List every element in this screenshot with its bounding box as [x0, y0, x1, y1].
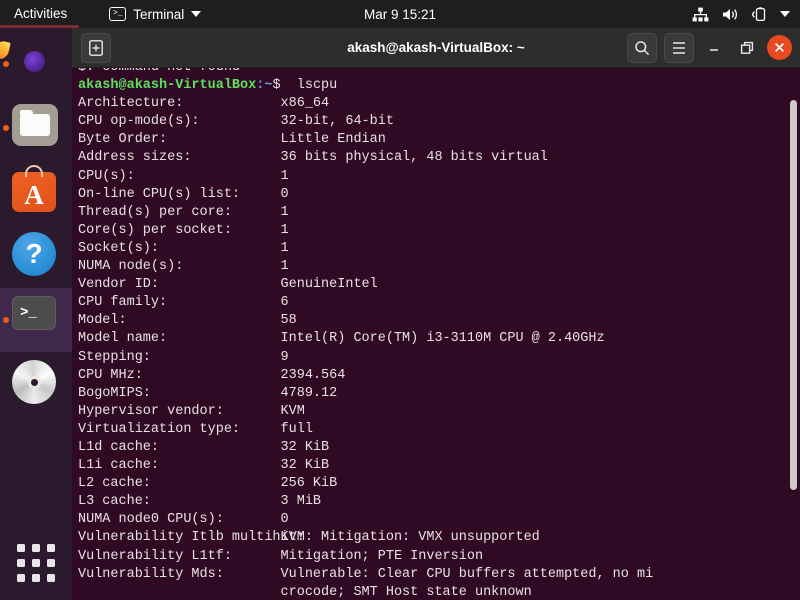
terminal-output-line: On-line CPU(s) list: 0	[78, 186, 289, 202]
terminal-output-line: Stepping: 9	[78, 349, 289, 365]
terminal-app-icon: >_	[12, 296, 60, 344]
terminal-window: akash@akash-VirtualBox: ~ akash@akash-Vi…	[72, 28, 800, 600]
terminal-output-line: CPU MHz: 2394.564	[78, 367, 346, 383]
terminal-output-line: Address sizes: 36 bits physical, 48 bits…	[78, 150, 548, 166]
grid-dot	[32, 544, 40, 552]
terminal-output-line: Virtualization type: full	[78, 421, 313, 437]
ubuntu-dock: A ? >_	[0, 28, 72, 600]
terminal-output-line: Hypervisor vendor: KVM	[78, 403, 305, 419]
running-indicator-files	[3, 125, 9, 131]
window-title-bar[interactable]: akash@akash-VirtualBox: ~	[72, 28, 800, 68]
terminal-output-line: NUMA node(s): 1	[78, 259, 289, 275]
dock-item-terminal[interactable]: >_	[0, 288, 72, 352]
terminal-output-line: CPU op-mode(s): 32-bit, 64-bit	[78, 114, 394, 130]
dock-item-disc[interactable]	[0, 352, 72, 416]
terminal-output-line: crocode; SMT Host state unknown	[280, 584, 532, 600]
terminal-scrollbar[interactable]	[787, 68, 800, 600]
close-button[interactable]	[767, 35, 792, 60]
terminal-output-line: Thread(s) per core: 1	[78, 204, 289, 220]
activities-button[interactable]: Activities	[0, 0, 80, 28]
battery-icon	[752, 6, 767, 22]
help-glyph: ?	[12, 232, 56, 276]
grid-dot	[17, 574, 25, 582]
terminal-text: $: command not foundakash@akash-VirtualB…	[78, 68, 653, 600]
terminal-output-line: Vendor ID: GenuineIntel	[78, 277, 378, 293]
help-icon: ?	[12, 232, 60, 280]
terminal-output-line: BogoMIPS: 4789.12	[78, 385, 338, 401]
terminal-output-line: CPU family: 6	[78, 295, 289, 311]
terminal-prompt-line: akash@akash-VirtualBox:~$ lscpu	[78, 78, 338, 94]
gnome-top-bar: Activities >_ Terminal Mar 9 15:21	[0, 0, 800, 28]
minimize-button[interactable]	[701, 35, 727, 61]
search-button[interactable]	[627, 32, 657, 63]
ubuntu-software-icon: A	[12, 165, 60, 216]
terminal-output-line: Architecture: x86_64	[78, 96, 330, 112]
terminal-output-line: NUMA node0 CPU(s): 0	[78, 512, 289, 528]
files-folder-icon	[12, 104, 60, 152]
grid-dot	[17, 559, 25, 567]
disc-icon	[12, 360, 60, 408]
grid-dot	[47, 544, 55, 552]
terminal-output-line: Vulnerability Mds: Vulnerable: Clear CPU…	[78, 566, 654, 582]
terminal-output-line: Core(s) per socket: 1	[78, 222, 289, 238]
terminal-scrollback-line: $: command not found	[78, 68, 653, 77]
tray-chevron-down-icon[interactable]	[780, 11, 790, 17]
maximize-button[interactable]	[734, 35, 760, 61]
system-tray[interactable]	[692, 6, 790, 22]
dock-item-help[interactable]: ?	[0, 224, 72, 288]
firefox-icon	[0, 39, 60, 88]
grid-dot	[17, 544, 25, 552]
new-tab-button[interactable]	[81, 32, 111, 63]
grid-dot	[32, 574, 40, 582]
dock-item-ubuntu-software[interactable]: A	[0, 160, 72, 224]
grid-dot	[47, 559, 55, 567]
scrollbar-thumb[interactable]	[790, 100, 797, 490]
terminal-output-line: L1d cache: 32 KiB	[78, 439, 330, 455]
app-menu-label: Terminal	[133, 6, 185, 22]
terminal-glyph: >_	[12, 296, 56, 330]
terminal-output-line: CPU(s): 1	[78, 168, 289, 184]
app-menu-button[interactable]: >_ Terminal	[99, 0, 211, 28]
terminal-output-line: Socket(s): 1	[78, 240, 289, 256]
terminal-output-line: Model name: Intel(R) Core(TM) i3-3110M C…	[78, 331, 605, 347]
terminal-output-line: Vulnerability L1tf: Mitigation; PTE Inve…	[78, 548, 484, 564]
terminal-output-line: L2 cache: 256 KiB	[78, 476, 338, 492]
volume-icon	[722, 7, 739, 22]
running-indicator-terminal	[3, 317, 9, 323]
chevron-down-icon	[191, 11, 202, 17]
terminal-output-line: Vulnerability Itlb multihit: KVM: Mitiga…	[78, 530, 540, 546]
hamburger-menu-button[interactable]	[664, 32, 694, 63]
terminal-output-line: Byte Order: Little Endian	[78, 132, 386, 148]
terminal-output-line: L1i cache: 32 KiB	[78, 458, 330, 474]
ubuntu-software-glyph: A	[24, 180, 44, 210]
terminal-output-line: L3 cache: 3 MiB	[78, 494, 322, 510]
network-icon	[692, 7, 709, 22]
terminal-icon: >_	[109, 7, 127, 21]
show-applications-button[interactable]	[0, 544, 72, 582]
terminal-output-line: Model: 58	[78, 313, 297, 329]
dock-item-files[interactable]	[0, 96, 72, 160]
grid-dot	[47, 574, 55, 582]
activities-label: Activities	[14, 6, 68, 21]
terminal-output-area[interactable]: $: command not foundakash@akash-VirtualB…	[72, 68, 800, 600]
dock-item-firefox[interactable]	[0, 32, 72, 96]
running-indicator-firefox	[3, 61, 9, 67]
grid-dot	[32, 559, 40, 567]
